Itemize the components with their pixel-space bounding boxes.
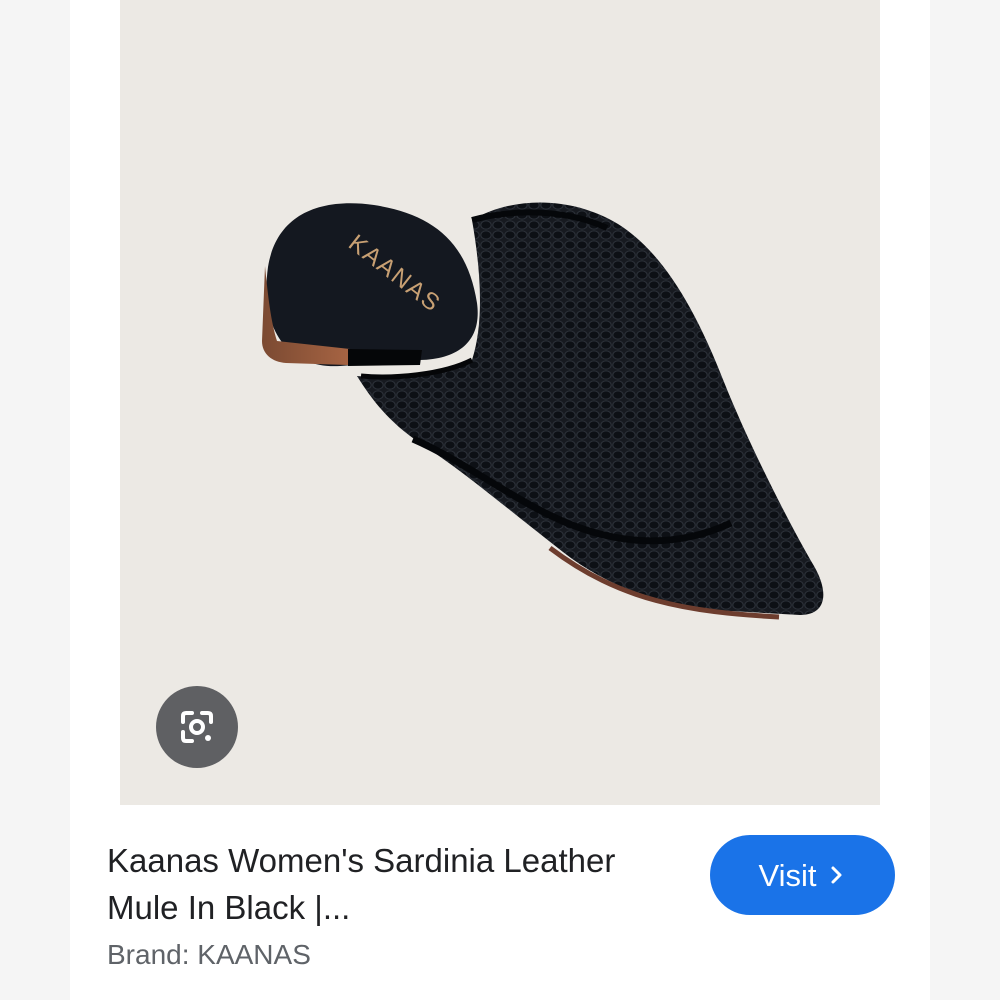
product-card: KAANAS Kaanas Women's Sardinia Leather M…: [70, 0, 930, 1000]
product-title[interactable]: Kaanas Women's Sardinia Leather Mule In …: [107, 837, 627, 931]
product-image[interactable]: KAANAS: [120, 0, 880, 805]
left-margin: [0, 0, 70, 1000]
sole-edge: [348, 349, 422, 366]
lens-button[interactable]: [156, 686, 238, 768]
brand-label: Brand: KAANAS: [107, 939, 311, 970]
visit-button[interactable]: Visit: [710, 835, 895, 915]
visit-label: Visit: [758, 857, 817, 893]
chevron-right-icon: [831, 866, 841, 884]
image-result-page: KAANAS Kaanas Women's Sardinia Leather M…: [0, 0, 1000, 1000]
mule-shoe-image: KAANAS: [262, 202, 824, 620]
result-info: Kaanas Women's Sardinia Leather Mule In …: [70, 805, 930, 1000]
lens-icon: [181, 711, 213, 743]
right-margin: [930, 0, 1000, 1000]
footbed: [266, 203, 478, 367]
